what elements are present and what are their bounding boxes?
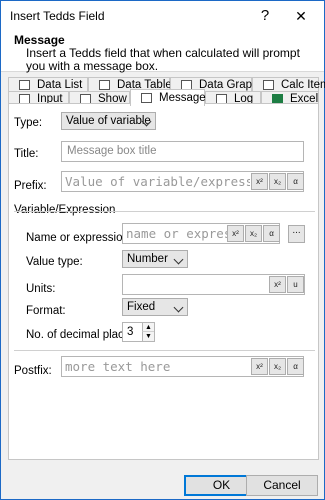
units-input[interactable]: x² u [122, 274, 305, 295]
units-button[interactable]: u [287, 276, 304, 293]
postfix-label: Postfix: [14, 365, 52, 377]
title-input[interactable]: Message box title [61, 141, 304, 162]
tab-calc-item[interactable]: Calc Item [252, 77, 325, 92]
tab-label: Message [159, 92, 206, 104]
format-value: Fixed [127, 301, 156, 313]
section-divider [14, 350, 315, 351]
message-tab-panel: Type: Value of variable Title: Message b… [8, 103, 319, 460]
dialog-window: Insert Tedds Field ? ✕ Message Insert a … [0, 0, 325, 500]
type-select[interactable]: Value of variable [61, 112, 156, 130]
window-title: Insert Tedds Field [10, 9, 105, 23]
superscript-button[interactable]: x² [251, 173, 268, 190]
chevron-down-icon [173, 302, 184, 313]
type-value: Value of variable [66, 115, 151, 127]
value-type-select[interactable]: Number [122, 250, 188, 268]
superscript-button[interactable]: x² [269, 276, 286, 293]
subscript-button[interactable]: x₂ [269, 173, 286, 190]
units-label: Units: [26, 283, 56, 295]
chevron-down-icon [173, 254, 184, 265]
data-table-icon [99, 80, 110, 90]
calc-item-icon [263, 80, 274, 90]
format-label: Format: [26, 305, 66, 317]
prefix-label: Prefix: [14, 180, 47, 192]
postfix-placeholder: more text here [65, 359, 171, 374]
title-placeholder: Message box title [67, 145, 157, 157]
dialog-header: Message Insert a Tedds field that when c… [1, 31, 324, 73]
browse-button[interactable]: ... [288, 225, 305, 243]
name-expression-input[interactable]: name or expression x² x₂ α [122, 223, 280, 244]
data-list-icon [19, 80, 30, 90]
title-label: Title: [14, 148, 39, 160]
help-button[interactable]: ? [253, 5, 277, 27]
subscript-button[interactable]: x₂ [245, 225, 262, 242]
close-button[interactable]: ✕ [287, 5, 315, 27]
type-label: Type: [14, 117, 43, 129]
format-select[interactable]: Fixed [122, 298, 188, 316]
greek-alpha-button[interactable]: α [287, 173, 304, 190]
section-divider [14, 211, 315, 212]
tab-label: Calc Item [281, 79, 325, 91]
subscript-button[interactable]: x₂ [269, 358, 286, 375]
decimal-places-value: 3 [127, 326, 134, 338]
tab-label: Data List [37, 79, 83, 91]
value-type-label: Value type: [26, 256, 83, 268]
greek-alpha-button[interactable]: α [263, 225, 280, 242]
superscript-button[interactable]: x² [251, 358, 268, 375]
title-bar: Insert Tedds Field ? ✕ [1, 1, 324, 31]
prefix-placeholder: Value of variable/expression [65, 174, 250, 189]
tab-data-list[interactable]: Data List [8, 77, 88, 92]
message-icon [141, 93, 152, 103]
superscript-button[interactable]: x² [227, 225, 244, 242]
decimal-places-spinner[interactable]: 3 ▲ ▼ [122, 322, 155, 342]
header-title: Message [14, 33, 65, 47]
greek-alpha-button[interactable]: α [287, 358, 304, 375]
name-expression-placeholder: name or expression [126, 226, 229, 241]
name-expression-label: Name or expression: [26, 232, 133, 244]
tab-message[interactable]: Message [130, 89, 206, 106]
prefix-input[interactable]: Value of variable/expression x² x₂ α [61, 171, 304, 192]
spin-up-arrow-icon[interactable]: ▲ [142, 323, 154, 332]
value-type-value: Number [127, 253, 168, 265]
variable-expression-section-label: Variable/Expression [14, 204, 116, 216]
cancel-button[interactable]: Cancel [246, 475, 318, 496]
header-description: Insert a Tedds field that when calculate… [26, 46, 300, 73]
postfix-input[interactable]: more text here x² x₂ α [61, 356, 304, 377]
tab-label: Data Graph [199, 79, 259, 91]
spin-down-arrow-icon[interactable]: ▼ [142, 332, 154, 341]
